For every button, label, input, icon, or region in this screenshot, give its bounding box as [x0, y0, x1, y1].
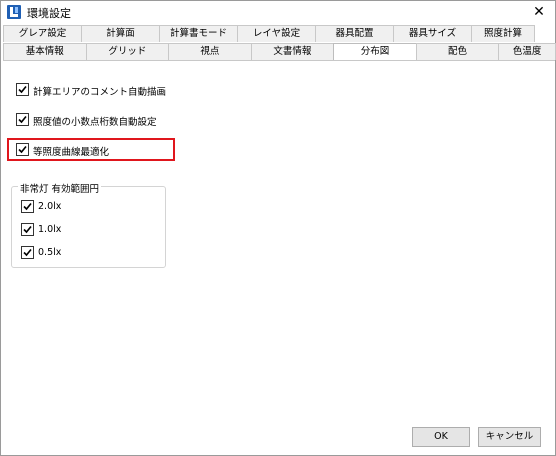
tab-report-mode[interactable]: 計算書モード — [159, 25, 238, 42]
tab-color-temperature[interactable]: 色温度 — [498, 43, 556, 60]
auto-comment-label: 計算エリアのコメント自動描画 — [33, 87, 167, 98]
checkmark-icon — [18, 145, 27, 154]
tab-row-1: グレア設定 計算面 計算書モード レイヤ設定 器具配置 器具サイズ 照度計算 — [3, 25, 555, 42]
cancel-button[interactable]: キャンセル — [478, 427, 541, 447]
checkmark-icon — [18, 115, 27, 124]
tab-color-scheme[interactable]: 配色 — [415, 43, 500, 60]
settings-dialog: 環境設定 ✕ グレア設定 計算面 計算書モード レイヤ設定 器具配置 器具サイズ… — [0, 0, 556, 456]
emergency-range-group — [11, 186, 166, 268]
emergency-2lx-checkbox[interactable] — [21, 200, 34, 213]
tab-fixture-placement[interactable]: 器具配置 — [315, 25, 394, 42]
title-bar: 環境設定 ✕ — [1, 1, 555, 23]
emergency-05lx-label: 0.5lx — [38, 247, 62, 258]
window-title: 環境設定 — [27, 7, 71, 20]
emergency-range-title: 非常灯 有効範囲円 — [18, 181, 102, 195]
ok-button[interactable]: OK — [412, 427, 470, 447]
checkmark-icon — [18, 85, 27, 94]
emergency-05lx-checkbox[interactable] — [21, 246, 34, 259]
tab-row-2: 基本情報 グリッド 視点 文書情報 分布図 配色 色温度 — [3, 43, 556, 61]
isolux-optimize-checkbox[interactable] — [16, 143, 29, 156]
emergency-1lx-checkbox[interactable] — [21, 223, 34, 236]
tab-layer-settings[interactable]: レイヤ設定 — [237, 25, 316, 42]
tab-document-info[interactable]: 文書情報 — [250, 43, 335, 60]
checkmark-icon — [23, 202, 32, 211]
auto-decimal-label: 照度値の小数点桁数自動設定 — [33, 117, 157, 128]
tab-illuminance-calc[interactable]: 照度計算 — [471, 25, 535, 42]
auto-decimal-checkbox[interactable] — [16, 113, 29, 126]
tab-fixture-size[interactable]: 器具サイズ — [393, 25, 472, 42]
tab-glare-settings[interactable]: グレア設定 — [3, 25, 82, 42]
tab-distribution-map[interactable]: 分布図 — [333, 43, 417, 61]
checkmark-icon — [23, 248, 32, 257]
tab-viewpoint[interactable]: 視点 — [168, 43, 252, 60]
app-icon — [7, 5, 21, 19]
tab-basic-info[interactable]: 基本情報 — [3, 43, 87, 60]
tab-calc-surface[interactable]: 計算面 — [81, 25, 160, 42]
checkmark-icon — [23, 225, 32, 234]
close-button[interactable]: ✕ — [527, 2, 551, 22]
isolux-optimize-label: 等照度曲線最適化 — [33, 147, 110, 158]
emergency-1lx-label: 1.0lx — [38, 224, 62, 235]
auto-comment-checkbox[interactable] — [16, 83, 29, 96]
emergency-2lx-label: 2.0lx — [38, 201, 62, 212]
tab-grid[interactable]: グリッド — [85, 43, 170, 60]
